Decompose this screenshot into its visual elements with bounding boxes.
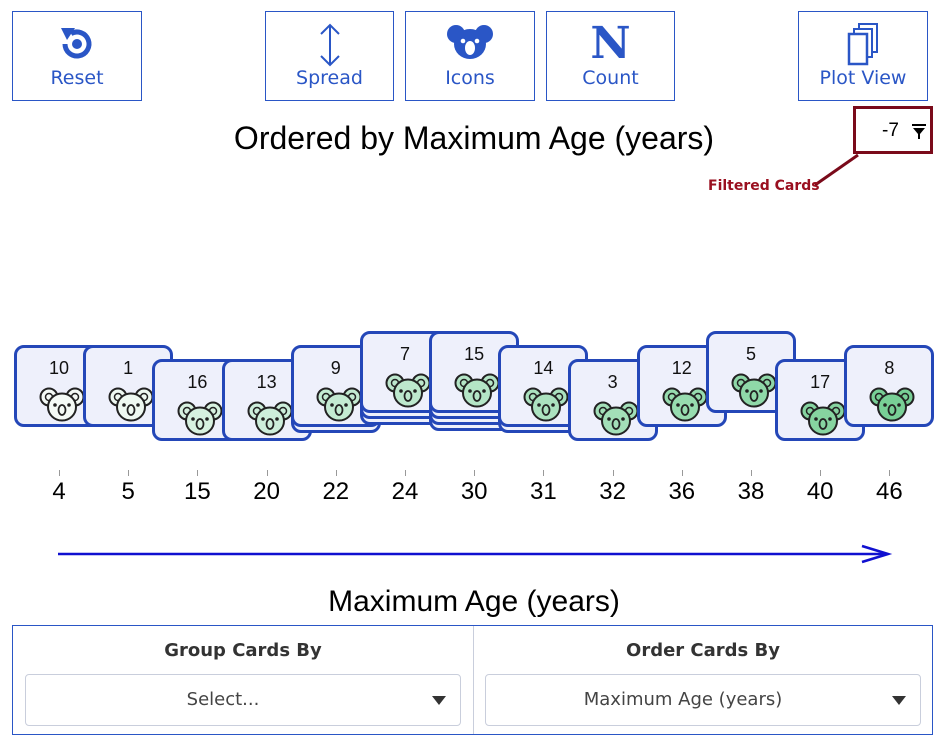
x-tick — [128, 470, 130, 476]
order-select-value: Maximum Age (years) — [583, 689, 783, 710]
x-tick-label: 20 — [253, 478, 280, 505]
group-select-value: Select... — [186, 689, 260, 710]
filtered-cards-annotation: Filtered Cards — [708, 178, 820, 194]
x-tick — [612, 470, 614, 476]
group-cards-by-select[interactable]: Select... — [25, 674, 461, 726]
x-tick-label: 30 — [460, 478, 488, 505]
group-cards-by-label: Group Cards By — [164, 640, 322, 661]
x-tick-label: 40 — [806, 478, 834, 505]
x-tick — [405, 470, 406, 476]
order-cards-by-label: Order Cards By — [626, 640, 780, 661]
x-tick — [197, 470, 199, 476]
x-tick — [820, 470, 822, 476]
x-axis-title: Maximum Age (years) — [328, 585, 620, 618]
x-tick-label: 31 — [530, 478, 557, 505]
direction-arrow — [58, 544, 893, 564]
order-cards-by-select[interactable]: Maximum Age (years) — [485, 674, 921, 726]
card-8[interactable]: 8 — [844, 345, 935, 427]
x-tick — [543, 470, 545, 476]
x-tick — [266, 470, 268, 476]
x-tick-label: 38 — [737, 478, 765, 505]
card-controls-panel: Group Cards By Select... Order Cards By … — [12, 625, 933, 735]
x-tick — [59, 470, 60, 476]
x-tick — [335, 470, 337, 476]
x-tick-label: 4 — [52, 478, 66, 505]
x-tick-label: 36 — [668, 478, 696, 505]
x-tick-label: 46 — [876, 478, 903, 505]
annotation-connector — [814, 153, 859, 187]
x-tick-label: 5 — [121, 478, 135, 505]
x-tick-label: 22 — [322, 478, 350, 505]
card-number: 8 — [884, 358, 895, 378]
x-tick-label: 24 — [391, 478, 419, 505]
x-tick — [889, 470, 891, 476]
x-tick — [751, 470, 752, 476]
x-tick — [681, 470, 683, 476]
chevron-down-icon — [432, 696, 446, 705]
chevron-down-icon — [892, 696, 906, 705]
x-tick — [474, 470, 476, 476]
x-tick-label: 32 — [599, 478, 626, 505]
x-tick-label: 15 — [184, 478, 211, 505]
